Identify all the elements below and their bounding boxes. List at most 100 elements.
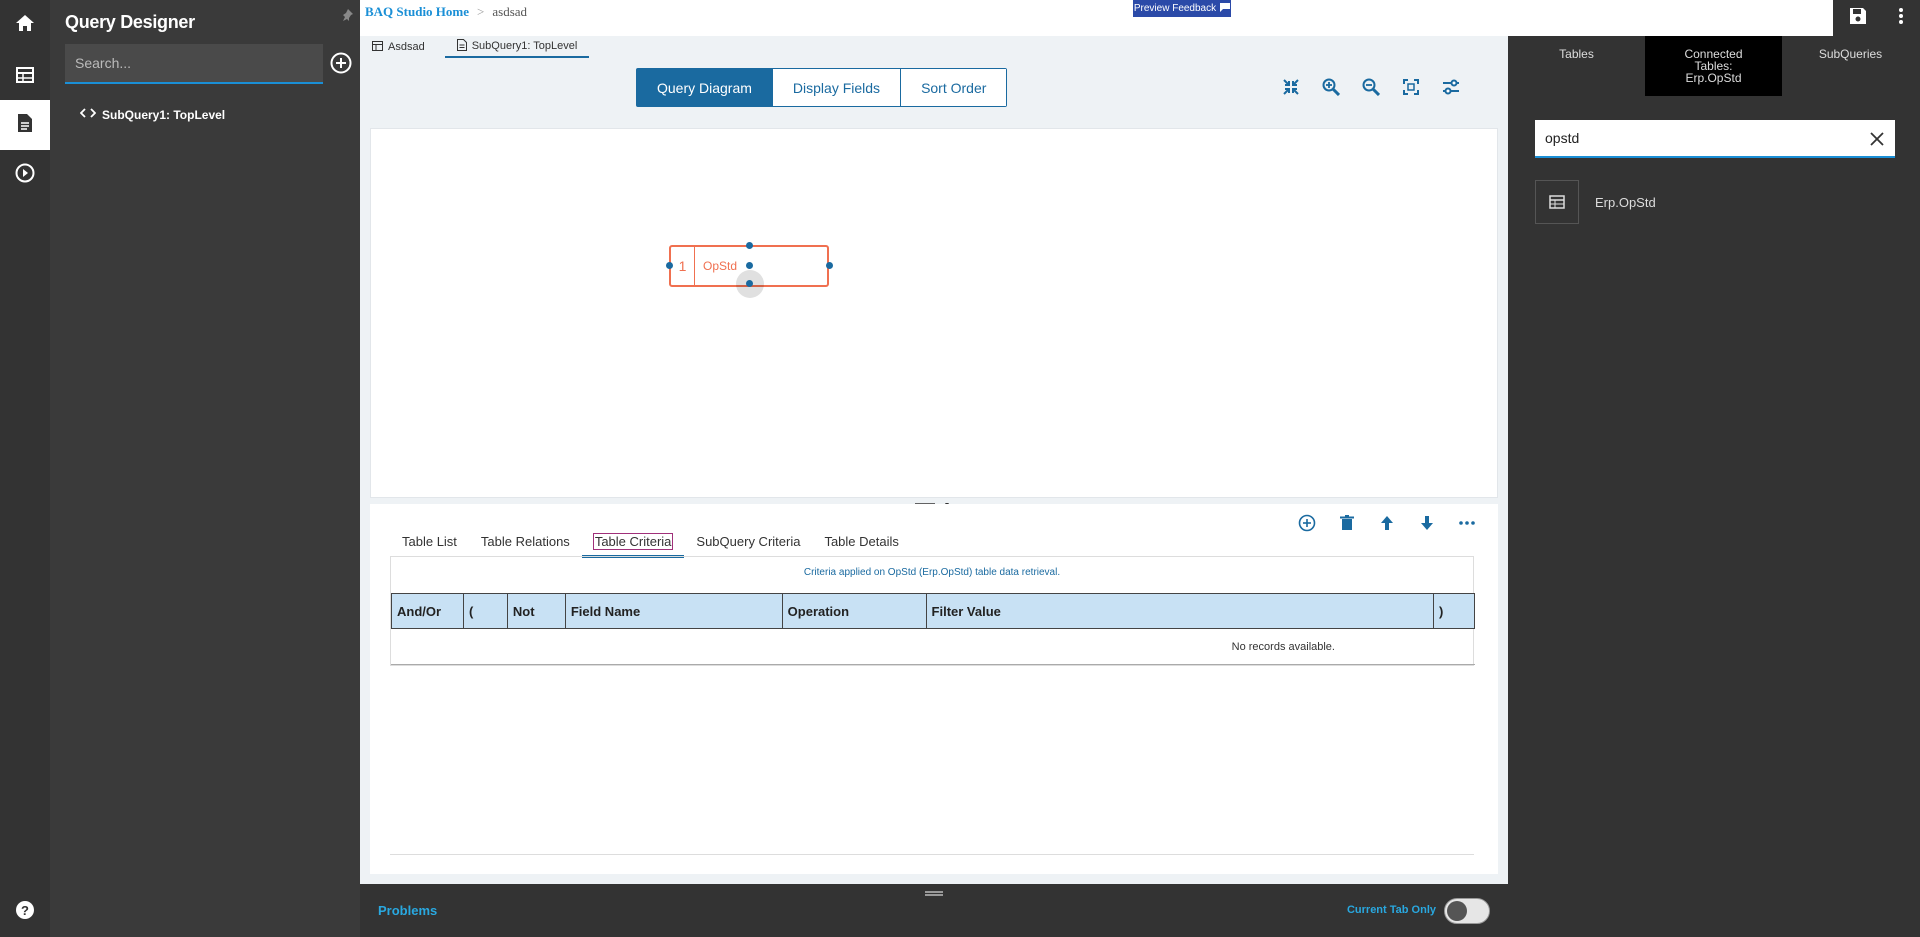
help-button[interactable]: ? [0, 887, 50, 937]
arrow-up-icon[interactable] [1376, 512, 1398, 534]
problems-title[interactable]: Problems [378, 903, 437, 918]
query-diagram-tab[interactable]: Query Diagram [637, 69, 773, 106]
trash-icon[interactable] [1336, 512, 1358, 534]
home-button[interactable] [0, 0, 50, 50]
main-work-area: Asdsad SubQuery1: TopLevel Query Diagram… [360, 36, 1508, 884]
pin-icon[interactable] [340, 8, 354, 27]
bottom-pane: Table List Table Relations Table Criteri… [370, 504, 1498, 874]
problems-bar: Problems Current Tab Only [360, 884, 1508, 937]
help-circle-icon: ? [15, 900, 35, 925]
column-header-field-name[interactable]: Field Name [566, 594, 783, 628]
breadcrumb-home-link[interactable]: BAQ Studio Home [365, 4, 469, 20]
query-designer-panel: Query Designer SubQuery1: TopLevel [50, 0, 360, 937]
query-diagram-canvas[interactable]: 1 OpStd [370, 128, 1498, 498]
node-handle-bottom[interactable] [746, 280, 753, 287]
save-icon[interactable] [1849, 7, 1867, 30]
tree-item-subquery1[interactable]: SubQuery1: TopLevel [79, 107, 226, 122]
diagram-toolbar [1280, 76, 1462, 98]
column-header-open-paren[interactable]: ( [464, 594, 508, 628]
tab-label: Table Criteria [592, 533, 674, 550]
search-result-item[interactable]: Erp.OpStd [1535, 180, 1656, 224]
more-horizontal-icon[interactable] [1456, 512, 1478, 534]
run-nav-button[interactable] [0, 150, 50, 200]
left-rail: ? [0, 0, 50, 937]
column-header-filter-value[interactable]: Filter Value [927, 594, 1435, 628]
resize-grip[interactable] [925, 884, 943, 896]
table-small-icon [372, 40, 383, 54]
display-fields-tab[interactable]: Display Fields [772, 69, 902, 106]
table-search-input[interactable] [1535, 120, 1855, 156]
table-node-number: 1 [671, 247, 695, 285]
home-icon [15, 14, 35, 37]
bottom-sub-tabs: Table List Table Relations Table Criteri… [390, 530, 911, 558]
doc-tab-label: SubQuery1: TopLevel [471, 40, 578, 52]
chat-bubble-icon [1220, 2, 1231, 15]
document-tabs: Asdsad SubQuery1: TopLevel [360, 36, 1508, 58]
breadcrumb-separator: > [477, 4, 485, 19]
node-handle-center[interactable] [746, 262, 753, 269]
doc-tab-label: Asdsad [388, 41, 425, 53]
node-handle-left[interactable] [666, 262, 673, 269]
view-segmented-control: Query Diagram Display Fields Sort Order [636, 68, 1008, 107]
zoom-out-icon[interactable] [1360, 76, 1382, 98]
tab-table-list[interactable]: Table List [390, 530, 469, 558]
tab-subqueries[interactable]: SubQueries [1782, 36, 1919, 96]
breadcrumb: BAQ Studio Home > asdsad [365, 4, 527, 20]
connected-label-3: Erp.OpStd [1685, 71, 1742, 85]
table-search-box [1535, 120, 1895, 158]
tab-tables[interactable]: Tables [1508, 36, 1645, 96]
column-header-and-or[interactable]: And/Or [392, 594, 464, 628]
criteria-note: Criteria applied on OpStd (Erp.OpStd) ta… [803, 567, 1061, 578]
divider [390, 854, 1474, 855]
breadcrumb-current: asdsad [492, 4, 528, 19]
toggle-knob [1447, 901, 1467, 921]
fit-screen-icon[interactable] [1400, 76, 1422, 98]
table-icon [1535, 180, 1579, 224]
column-header-close-paren[interactable]: ) [1434, 594, 1474, 628]
column-header-operation[interactable]: Operation [783, 594, 927, 628]
preview-feedback-button[interactable]: Preview Feedback [1133, 0, 1231, 17]
panel-title: Query Designer [65, 12, 195, 32]
search-result-label: Erp.OpStd [1595, 194, 1656, 210]
right-panel: Tables Connected Tables: Erp.OpStd SubQu… [1508, 36, 1920, 937]
tab-connected-tables[interactable]: Connected Tables: Erp.OpStd [1645, 36, 1782, 96]
close-icon[interactable] [1867, 129, 1887, 149]
query-search-input[interactable] [65, 44, 323, 84]
svg-text:?: ? [21, 903, 29, 918]
current-tab-only-toggle[interactable] [1444, 898, 1490, 924]
add-circle-icon[interactable] [1296, 512, 1318, 534]
query-designer-nav-button[interactable] [0, 100, 50, 150]
criteria-grid-container: Criteria applied on OpStd (Erp.OpStd) ta… [390, 556, 1475, 666]
collapse-icon[interactable] [1280, 76, 1302, 98]
code-brackets-icon [79, 107, 97, 122]
more-vertical-icon[interactable] [1898, 7, 1904, 30]
criteria-toolbar [1296, 512, 1478, 534]
empty-grid-message: No records available. [391, 629, 1475, 665]
top-bar: BAQ Studio Home > asdsad Preview Feedbac… [360, 0, 1920, 36]
document-small-icon [456, 38, 467, 54]
doc-tab-asdsad[interactable]: Asdsad [360, 36, 437, 58]
document-icon [17, 113, 33, 138]
doc-tab-subquery1[interactable]: SubQuery1: TopLevel [444, 36, 590, 58]
tab-subquery-criteria[interactable]: SubQuery Criteria [684, 530, 812, 558]
top-right-toolbar [1833, 0, 1920, 36]
node-handle-top[interactable] [746, 242, 753, 249]
zoom-in-icon[interactable] [1320, 76, 1342, 98]
tab-table-criteria[interactable]: Table Criteria [581, 530, 685, 558]
column-header-not[interactable]: Not [508, 594, 566, 628]
tab-table-relations[interactable]: Table Relations [469, 530, 582, 558]
current-tab-only-label: Current Tab Only [1346, 904, 1436, 916]
tables-nav-button[interactable] [0, 52, 50, 102]
play-circle-icon [15, 163, 35, 188]
add-subquery-icon[interactable] [330, 52, 352, 79]
sort-order-tab[interactable]: Sort Order [901, 69, 1007, 106]
criteria-grid-header: And/Or ( Not Field Name Operation Filter… [391, 593, 1475, 629]
preview-feedback-label: Preview Feedback [1133, 3, 1217, 14]
table-grid-icon [16, 66, 34, 88]
layout-settings-icon[interactable] [1440, 76, 1462, 98]
node-handle-right[interactable] [826, 262, 833, 269]
arrow-down-icon[interactable] [1416, 512, 1438, 534]
tab-table-details[interactable]: Table Details [812, 530, 910, 558]
table-node-name: OpStd [703, 259, 738, 273]
tree-item-label: SubQuery1: TopLevel [102, 107, 226, 122]
